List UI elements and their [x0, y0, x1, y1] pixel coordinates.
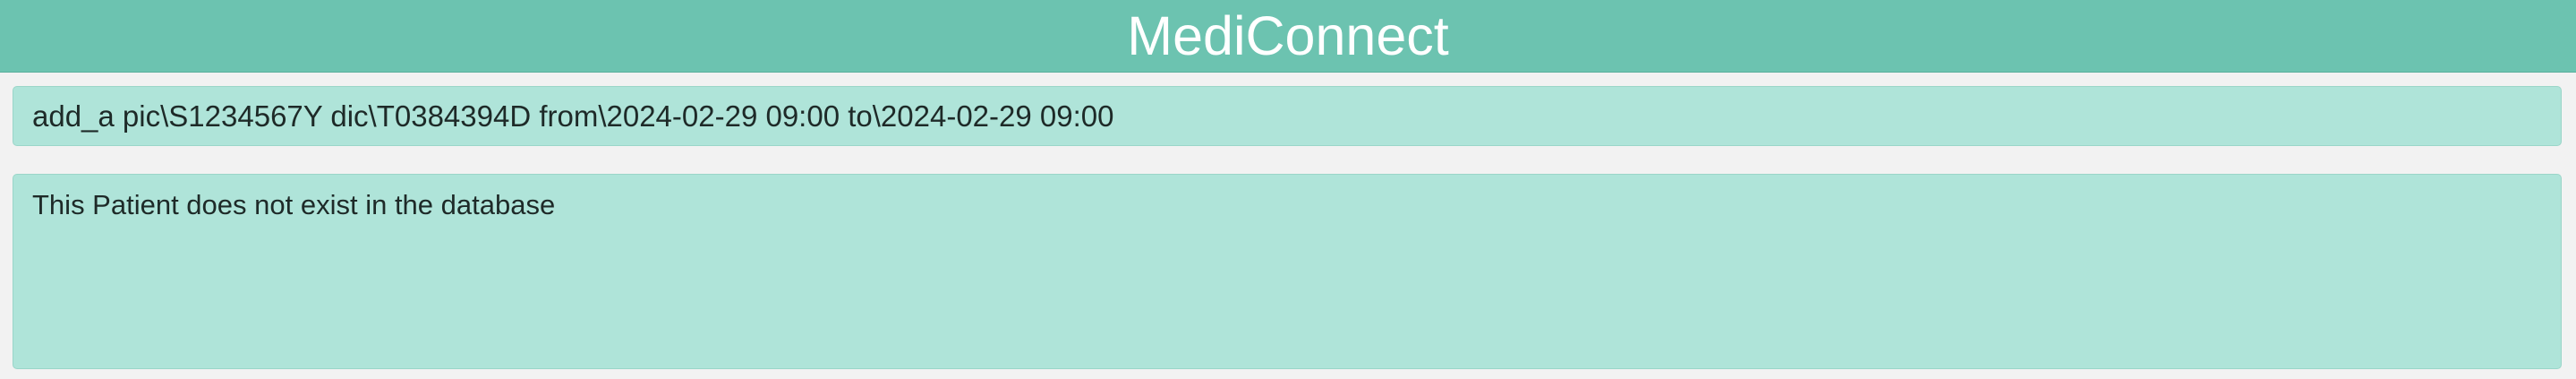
result-message: This Patient does not exist in the datab… — [32, 189, 556, 220]
result-display: This Patient does not exist in the datab… — [13, 174, 2562, 369]
command-input[interactable]: add_a pic\S1234567Y dic\T0384394D from\2… — [13, 86, 2562, 146]
app-title: MediConnect — [1127, 4, 1449, 66]
title-bar: MediConnect — [0, 0, 2576, 73]
